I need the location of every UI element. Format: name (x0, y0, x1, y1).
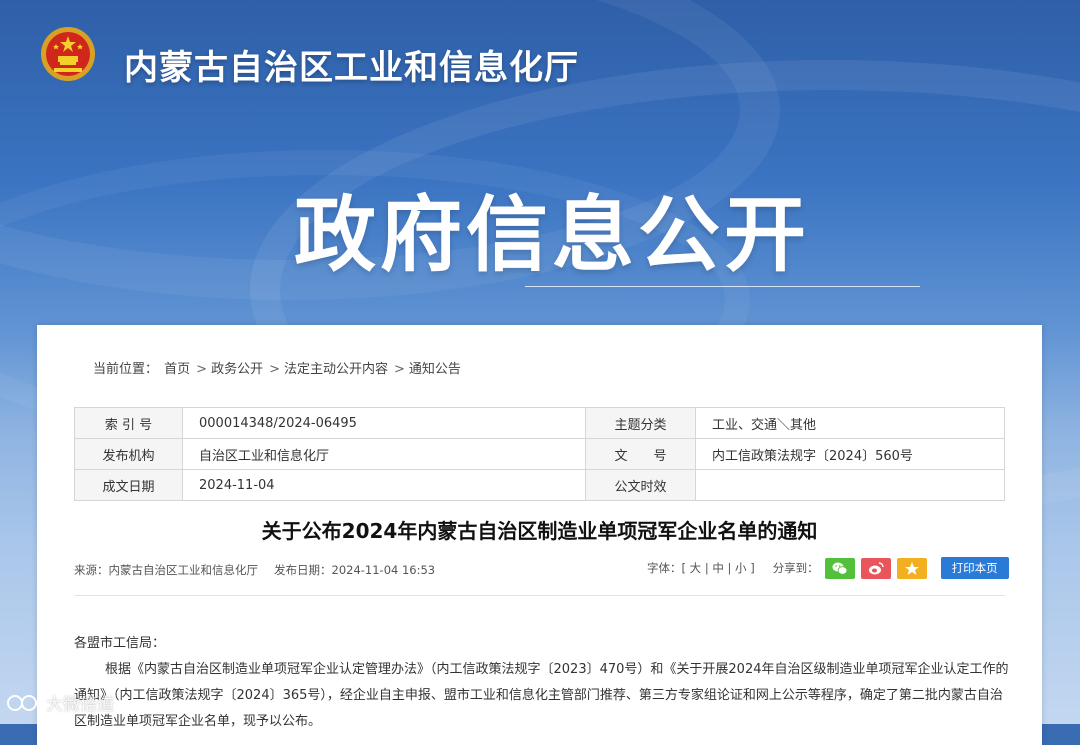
table-row: 成文日期 2024-11-04 公文时效 (74, 469, 1005, 501)
content-panel: 当前位置： 首页 > 政务公开 > 法定主动公开内容 > 通知公告 索 引 号 000014… (37, 325, 1042, 745)
value-issuing-agency: 自治区工业和信息化厅 (182, 438, 586, 470)
font-bracket-open: [ (681, 561, 687, 575)
font-size-medium[interactable]: 中 (712, 561, 724, 575)
font-size-separator: | (704, 561, 709, 575)
wechat-icon (832, 562, 848, 575)
value-validity (695, 469, 1005, 501)
print-button[interactable]: 打印本页 (940, 557, 1009, 579)
article-info: 来源：内蒙古自治区工业和信息化厅 发布日期：2024-11-04 16:53 (74, 562, 435, 578)
value-written-date: 2024-11-04 (182, 469, 586, 501)
breadcrumb-item-government-affairs[interactable]: 政务公开 (211, 362, 263, 377)
breadcrumb-item-statutory-disclosure[interactable]: 法定主动公开内容 (284, 362, 388, 377)
article-tools: 字体：[ 大 | 中 | 小 ] 分享到： 打印本页 (647, 557, 1009, 579)
article-salutation: 各盟市工信局： (74, 636, 166, 651)
metadata-table: 索 引 号 000014348/2024-06495 主题分类 工业、交通＼其他… (74, 407, 1005, 501)
value-document-number: 内工信政策法规字〔2024〕560号 (695, 438, 1005, 470)
table-row: 索 引 号 000014348/2024-06495 主题分类 工业、交通＼其他 (74, 407, 1005, 439)
label-subject-category: 主题分类 (585, 407, 696, 439)
share-label: 分享到： (772, 561, 819, 575)
national-emblem-logo[interactable] (38, 24, 98, 84)
font-size-selector: 字体：[ 大 | 中 | 小 ] (647, 560, 755, 576)
font-bracket-close: ] (750, 561, 755, 575)
weibo-icon (868, 561, 884, 574)
share-favorite-button[interactable] (896, 557, 927, 579)
label-index-number: 索 引 号 (74, 407, 183, 439)
font-size-large[interactable]: 大 (690, 561, 702, 575)
breadcrumb-item-notices[interactable]: 通知公告 (409, 362, 461, 377)
breadcrumb-separator: > (269, 362, 280, 377)
article-body: 各盟市工信局： 根据《内蒙古自治区制造业单项冠军企业认定管理办法》（内工信政策法… (74, 631, 1009, 735)
hero-divider (525, 286, 920, 287)
star-icon (904, 561, 919, 575)
label-document-number: 文 号 (585, 438, 696, 470)
hero-title: 政府信息公开 (294, 188, 811, 283)
label-written-date: 成文日期 (74, 469, 183, 501)
site-title[interactable]: 内蒙古自治区工业和信息化厅 (124, 40, 579, 89)
font-size-separator: | (727, 561, 732, 575)
watermark-text: 大微倍道 (46, 695, 114, 715)
breadcrumb: 当前位置： 首页 > 政务公开 > 法定主动公开内容 > 通知公告 (93, 358, 463, 377)
value-subject-category: 工业、交通＼其他 (695, 407, 1005, 439)
font-size-small[interactable]: 小 (735, 561, 747, 575)
watermark: 大微倍道 (6, 690, 114, 715)
share-weibo-button[interactable] (860, 557, 891, 579)
content-divider (74, 595, 1005, 596)
article-paragraph: 根据《内蒙古自治区制造业单项冠军企业认定管理办法》（内工信政策法规字〔2023〕… (74, 662, 1009, 729)
font-size-label: 字体： (647, 561, 682, 575)
value-index-number: 000014348/2024-06495 (182, 407, 586, 439)
breadcrumb-item-home[interactable]: 首页 (164, 362, 190, 377)
breadcrumb-separator: > (394, 362, 405, 377)
breadcrumb-prefix: 当前位置： (93, 362, 159, 377)
label-validity: 公文时效 (585, 469, 696, 501)
breadcrumb-separator: > (196, 362, 208, 377)
label-issuing-agency: 发布机构 (74, 438, 183, 470)
article-title: 关于公布2024年内蒙古自治区制造业单项冠军企业名单的通知 (261, 519, 818, 543)
watermark-logo-icon (7, 694, 43, 711)
table-row: 发布机构 自治区工业和信息化厅 文 号 内工信政策法规字〔2024〕560号 (74, 438, 1005, 470)
article-publish-date: 发布日期：2024-11-04 16:53 (274, 563, 436, 577)
share-wechat-button[interactable] (824, 557, 855, 579)
article-source: 来源：内蒙古自治区工业和信息化厅 (74, 563, 258, 577)
